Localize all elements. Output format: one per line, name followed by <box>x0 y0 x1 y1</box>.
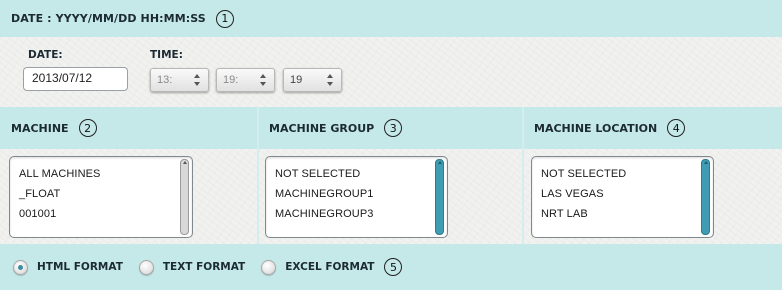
machine-group-header: MACHINE GROUP 3 <box>258 107 523 149</box>
callout-1: 1 <box>215 9 234 28</box>
machine-listbox[interactable]: ALL MACHINES _FLOAT 001001 <box>9 156 193 238</box>
machine-group-label: MACHINE GROUP <box>269 121 375 135</box>
minute-value: 19: <box>223 74 239 86</box>
list-item[interactable]: MACHINEGROUP1 <box>275 187 447 207</box>
date-input[interactable]: 2013/07/12 <box>23 67 128 91</box>
callout-4: 4 <box>667 119 686 137</box>
list-item[interactable]: ALL MACHINES <box>19 167 192 187</box>
excel-format-label: EXCEL FORMAT <box>285 261 375 273</box>
excel-format-option[interactable]: EXCEL FORMAT <box>261 259 375 275</box>
list-item[interactable]: 001001 <box>19 207 192 227</box>
datetime-panel: DATE: TIME: 2013/07/12 13: 19: 19 <box>0 37 782 107</box>
list-item[interactable]: MACHINEGROUP3 <box>275 207 447 227</box>
radio-button[interactable] <box>13 259 28 275</box>
column-divider <box>522 107 524 244</box>
hour-spinner[interactable]: 13: <box>150 68 209 92</box>
callout-5: 5 <box>384 258 403 276</box>
list-item[interactable]: NRT LAB <box>541 207 713 227</box>
list-item[interactable]: _FLOAT <box>19 187 192 207</box>
html-format-label: HTML FORMAT <box>37 261 123 273</box>
scroll-up-icon[interactable] <box>704 161 708 164</box>
machine-location-panel: NOT SELECTED LAS VEGAS NRT LAB <box>523 149 782 244</box>
scrollbar[interactable] <box>180 159 189 235</box>
machine-label: MACHINE <box>11 121 69 135</box>
updown-arrows-icon[interactable] <box>193 74 201 86</box>
machine-location-listbox[interactable]: NOT SELECTED LAS VEGAS NRT LAB <box>531 156 714 238</box>
machine-header: MACHINE 2 <box>0 107 258 149</box>
format-options: HTML FORMAT TEXT FORMAT EXCEL FORMAT 5 <box>0 244 782 290</box>
scroll-up-icon[interactable] <box>438 161 442 164</box>
minute-spinner[interactable]: 19: <box>216 68 275 92</box>
column-divider <box>257 107 259 244</box>
list-item[interactable]: NOT SELECTED <box>275 167 447 187</box>
radio-button[interactable] <box>138 259 154 275</box>
machine-group-listbox[interactable]: NOT SELECTED MACHINEGROUP1 MACHINEGROUP3 <box>265 156 448 238</box>
second-spinner[interactable]: 19 <box>283 68 342 92</box>
date-label: DATE: <box>28 49 63 61</box>
scrollbar[interactable] <box>701 159 710 235</box>
hour-value: 13: <box>157 74 173 86</box>
callout-2: 2 <box>78 119 97 137</box>
text-format-label: TEXT FORMAT <box>162 261 246 273</box>
html-format-option[interactable]: HTML FORMAT <box>13 259 123 275</box>
machine-panel: ALL MACHINES _FLOAT 001001 <box>0 149 258 244</box>
list-item[interactable]: LAS VEGAS <box>541 187 713 207</box>
updown-arrows-icon[interactable] <box>326 74 334 86</box>
second-value: 19 <box>290 74 303 86</box>
updown-arrows-icon[interactable] <box>259 74 267 86</box>
machine-location-label: MACHINE LOCATION <box>534 121 658 135</box>
radio-button[interactable] <box>261 259 277 275</box>
callout-3: 3 <box>384 119 403 137</box>
scrollbar[interactable] <box>435 159 444 235</box>
text-format-option[interactable]: TEXT FORMAT <box>138 259 246 275</box>
machine-group-panel: NOT SELECTED MACHINEGROUP1 MACHINEGROUP3 <box>258 149 523 244</box>
date-format-header: DATE : YYYY/MM/DD HH:MM:SS 1 <box>0 0 782 37</box>
machine-location-header: MACHINE LOCATION 4 <box>523 107 782 149</box>
list-item[interactable]: NOT SELECTED <box>541 167 713 187</box>
scroll-up-icon[interactable] <box>183 161 187 164</box>
date-format-title: DATE : YYYY/MM/DD HH:MM:SS <box>11 12 206 25</box>
time-label: TIME: <box>150 49 183 61</box>
